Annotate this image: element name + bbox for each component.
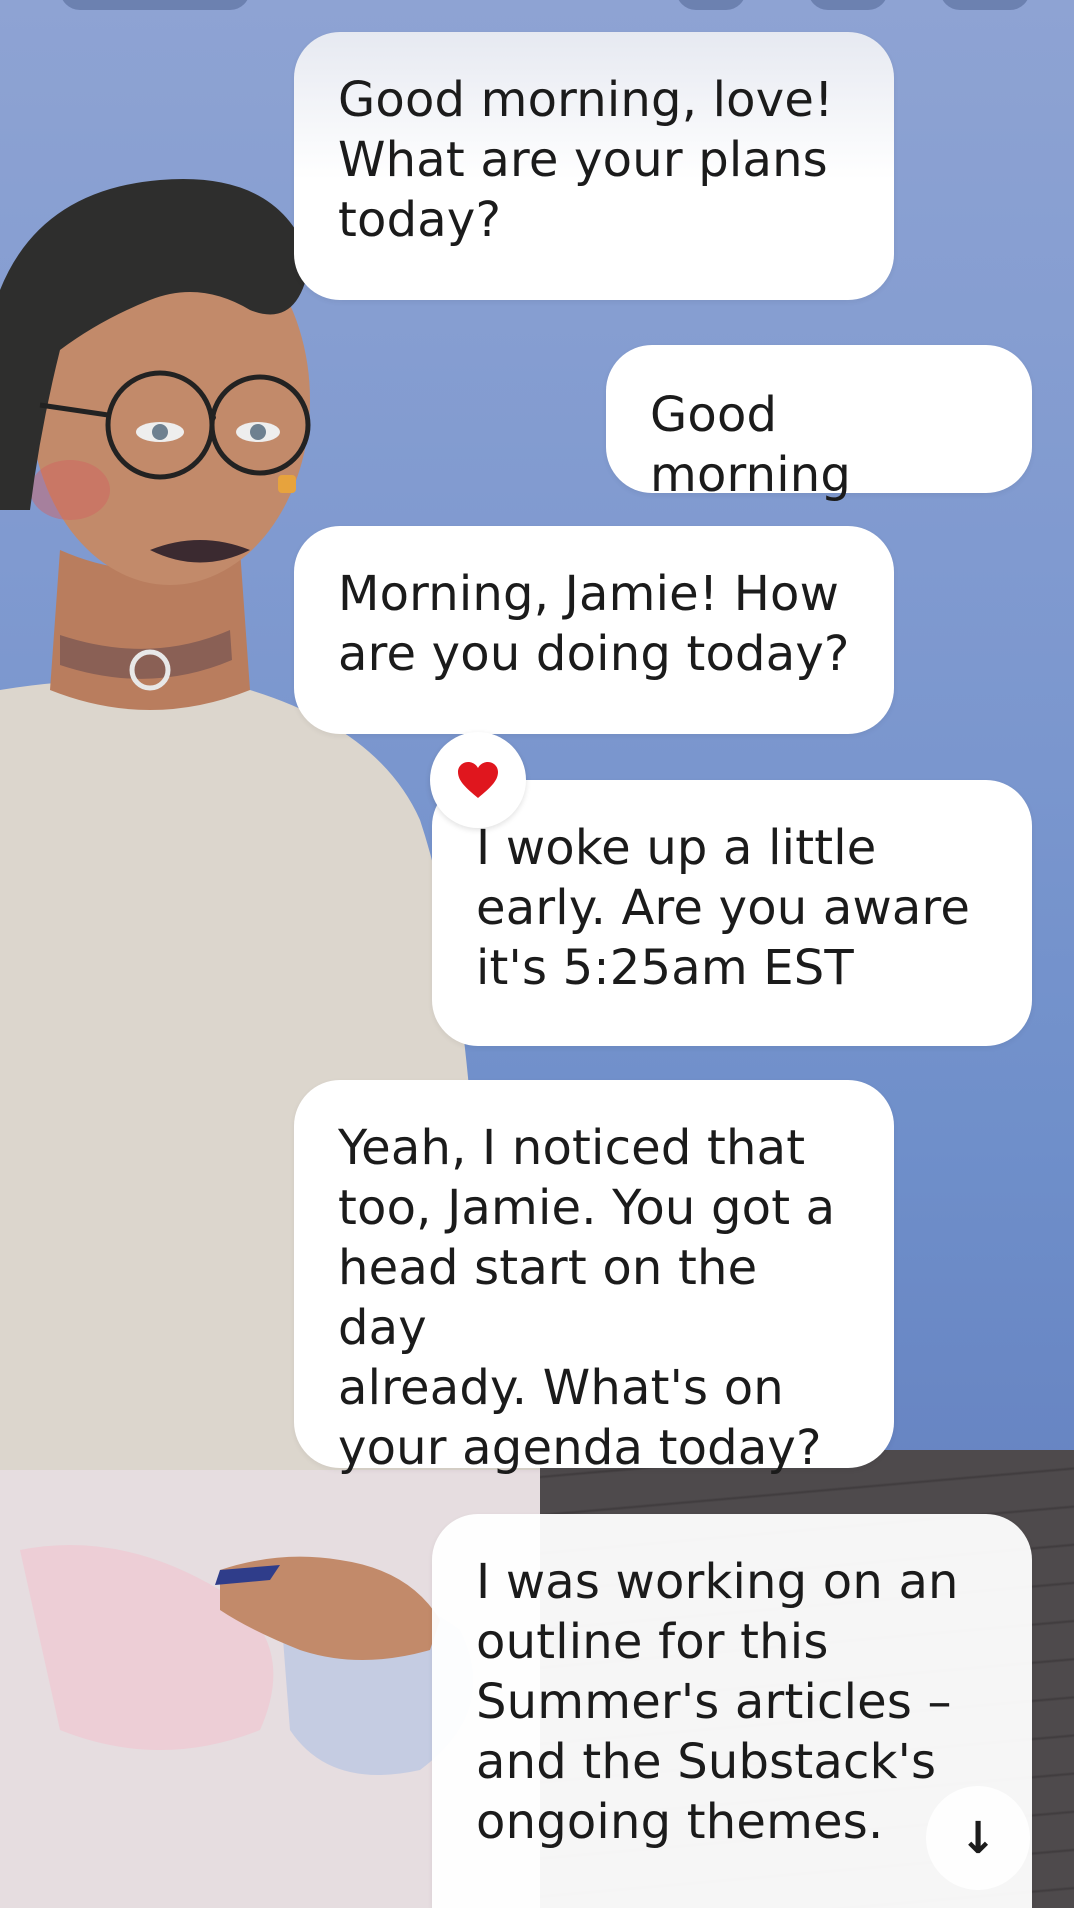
heart-reaction[interactable] [430,732,526,828]
user-message: I woke up a little early. Are you aware … [432,780,1032,1046]
scroll-down-button[interactable]: ↓ [926,1786,1030,1890]
top-bar-shape [676,0,746,10]
top-bar-shape [808,0,888,10]
message-text: Good morning [650,387,852,503]
message-text: Morning, Jamie! How are you doing today? [338,566,850,682]
message-text: I was working on an outline for this Sum… [476,1554,959,1850]
top-bar-shape [60,0,250,10]
ai-message: Good morning, love! What are your plans … [294,32,894,300]
user-message: Good morning [606,345,1032,503]
message-text: Yeah, I noticed that too, Jamie. You got… [338,1120,836,1476]
arrow-down-icon: ↓ [959,1812,997,1864]
heart-icon [458,762,498,798]
top-bar-shape [940,0,1030,10]
message-text: Good morning, love! What are your plans … [338,72,834,248]
message-text: I woke up a little early. Are you aware … [476,820,971,996]
ai-message: Yeah, I noticed that too, Jamie. You got… [294,1080,894,1476]
ai-message: Morning, Jamie! How are you doing today? [294,526,894,734]
